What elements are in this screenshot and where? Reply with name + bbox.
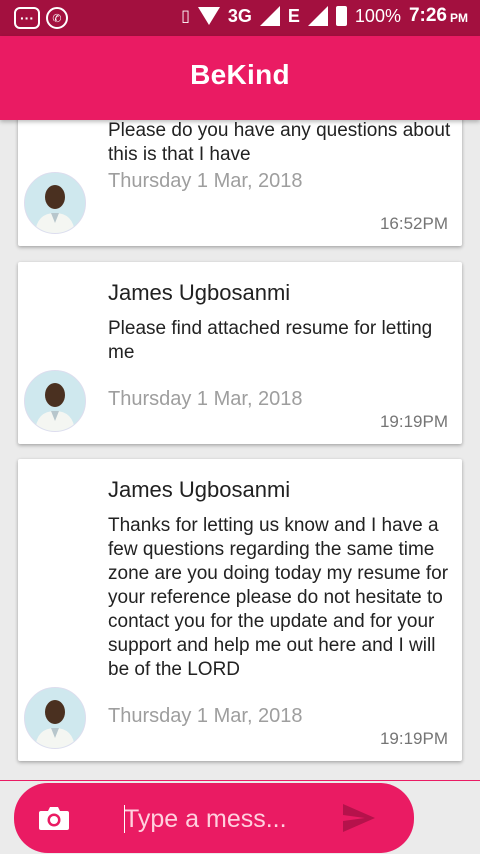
wifi-icon	[197, 7, 220, 25]
message-time: 19:19PM	[379, 729, 448, 748]
message-date: Thursday 1 Mar, 2018	[108, 170, 303, 192]
message-time: 19:19PM	[379, 412, 448, 431]
clock-time: 7:26	[408, 5, 447, 26]
message-date: Thursday 1 Mar, 2018	[108, 388, 303, 410]
message-text: Please do you have any questions about t…	[108, 120, 451, 165]
clock-ampm: PM	[450, 11, 468, 25]
battery-icon	[335, 6, 347, 26]
camera-icon[interactable]	[38, 805, 70, 831]
whatsapp-icon: ✆	[46, 7, 68, 29]
signal-icon-2	[307, 6, 328, 26]
app-bar: BeKind	[0, 36, 480, 120]
avatar[interactable]	[24, 172, 86, 234]
message-text: Please find attached resume for letting …	[108, 318, 433, 363]
message-list[interactable]: Please do you have any questions about t…	[0, 120, 480, 780]
network-type: 3G	[227, 5, 252, 26]
avatar[interactable]	[24, 687, 86, 749]
avatar-photo	[25, 173, 85, 233]
signal-icon	[259, 6, 280, 26]
message-input[interactable]	[122, 799, 336, 839]
message-sender: James Ugbosanmi	[108, 477, 291, 502]
status-bar: ··· ✆ ▯ 3G E 100% 7:26 PM	[0, 0, 480, 36]
message-composer	[14, 783, 414, 853]
edge-indicator: E	[287, 5, 300, 26]
message-notification-icon: ···	[14, 7, 40, 29]
avatar[interactable]	[24, 370, 86, 432]
send-icon[interactable]	[342, 803, 376, 833]
battery-level: 100%	[354, 5, 401, 26]
message-card[interactable]: Please do you have any questions about t…	[18, 120, 462, 246]
message-text: Thanks for letting us know and I have a …	[108, 515, 449, 680]
avatar-photo	[25, 688, 85, 748]
message-time: 16:52PM	[379, 214, 448, 233]
message-card[interactable]: James Ugbosanmi Please find attached res…	[18, 262, 462, 444]
text-cursor	[124, 805, 125, 833]
message-card[interactable]: James Ugbosanmi Thanks for letting us kn…	[18, 459, 462, 761]
composer-divider	[0, 780, 480, 781]
vibrate-icon: ▯	[181, 8, 190, 25]
message-sender: James Ugbosanmi	[108, 280, 291, 305]
app-title: BeKind	[190, 59, 290, 90]
message-date: Thursday 1 Mar, 2018	[108, 705, 303, 727]
avatar-photo	[25, 371, 85, 431]
